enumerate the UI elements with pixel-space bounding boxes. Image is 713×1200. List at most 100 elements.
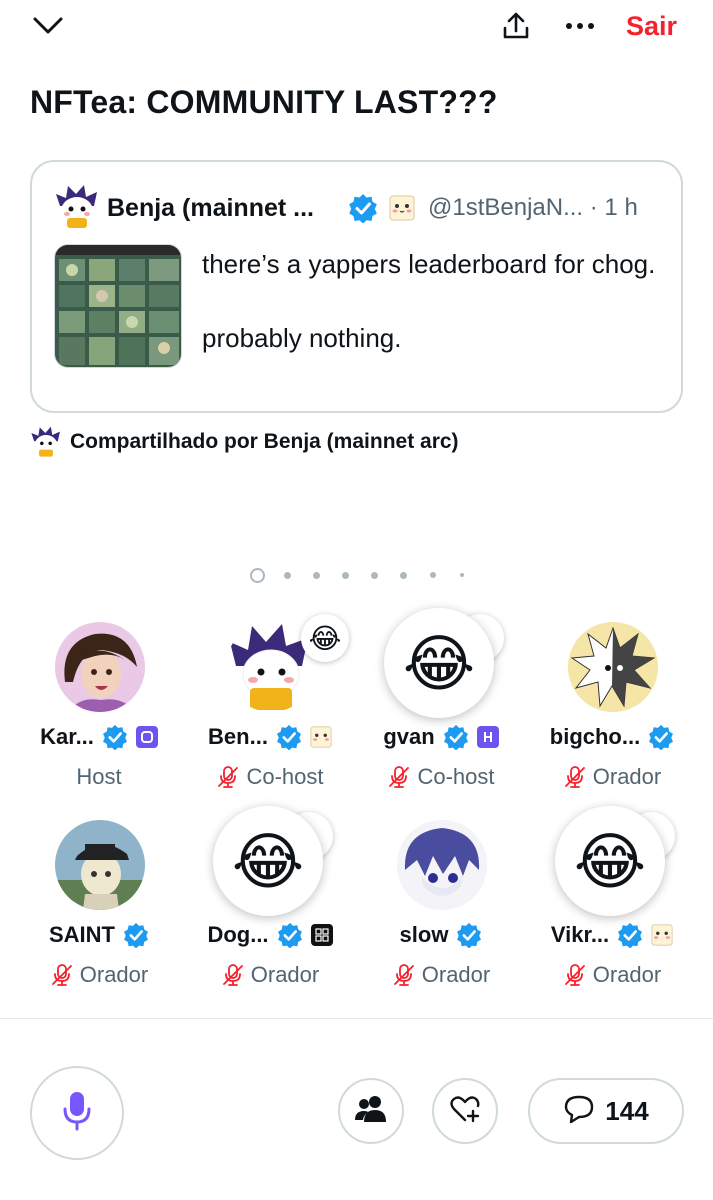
- speaker-role: Co-host: [356, 764, 526, 790]
- reaction-emoji: 😂: [301, 614, 349, 662]
- share-icon[interactable]: [496, 6, 536, 46]
- speaker-name-line: SAINT: [14, 922, 184, 949]
- role-label: Co-host: [246, 764, 324, 789]
- page-dot[interactable]: [400, 572, 407, 579]
- speaker-name-line: gvan: [356, 724, 526, 751]
- verified-icon: [617, 922, 643, 949]
- role-label: Orador: [250, 962, 320, 987]
- sharer-avatar: [30, 426, 62, 458]
- page-dot[interactable]: [342, 572, 349, 579]
- speaker-name-line: Ben...: [185, 724, 355, 751]
- participants-button[interactable]: [338, 1078, 404, 1144]
- speaker-name-line: bigcho...: [527, 724, 697, 751]
- role-label: Co-host: [417, 764, 495, 789]
- speaker-name: Ben...: [208, 724, 268, 749]
- mic-off-icon: [216, 765, 240, 789]
- speaker-name-line: Dog...: [185, 922, 355, 949]
- speaker-tile[interactable]: bigcho... Orador: [527, 622, 697, 812]
- speaker-name: Dog...: [207, 922, 269, 947]
- speaker-role: Co-host: [185, 764, 355, 790]
- top-bar: Sair: [0, 0, 713, 56]
- speaker-tile[interactable]: 😂 Dog... Orador: [185, 806, 355, 1010]
- verified-icon: [648, 724, 674, 751]
- speaker-name: bigcho...: [549, 724, 641, 749]
- speaker-name: Vikr...: [550, 922, 610, 947]
- page-dot[interactable]: [460, 573, 464, 577]
- page-dot-active[interactable]: [250, 568, 265, 583]
- speaker-name-line: slow: [356, 922, 526, 949]
- speaker-role: Orador: [527, 764, 697, 790]
- speaker-role: Host: [14, 764, 184, 790]
- speaker-role: Orador: [527, 962, 697, 988]
- speaker-name: gvan: [383, 724, 435, 749]
- mic-off-icon: [563, 963, 587, 987]
- speaker-pagination: [250, 568, 480, 584]
- speaker-tile[interactable]: 😂 Ben... Co-host: [185, 614, 355, 812]
- speaker-name-line: Vikr...: [527, 922, 697, 949]
- speaker-name: Kar...: [40, 724, 94, 749]
- speaker-tile[interactable]: slow Orador: [356, 820, 526, 1010]
- verified-icon: [443, 724, 469, 751]
- author-name: Benja (mainnet ...: [107, 194, 314, 222]
- reaction-emoji: 😂: [555, 806, 665, 916]
- role-label: Host: [76, 764, 122, 789]
- speaker-tile[interactable]: 😂 Vikr... Orador: [527, 806, 697, 1010]
- quoted-tweet-card[interactable]: Benja (mainnet ... @1stBenjaN... · 1 h t…: [30, 160, 683, 413]
- emoji-badge-icon: [651, 924, 673, 946]
- speaker-avatar: [397, 820, 487, 910]
- verified-icon: [456, 922, 482, 949]
- speaker-avatar: [55, 622, 145, 712]
- reaction-emoji: 😂: [213, 806, 323, 916]
- microphone-button[interactable]: [30, 1066, 124, 1160]
- shared-by-text: Compartilhado por Benja (mainnet arc): [70, 430, 459, 453]
- chevron-down-icon[interactable]: [28, 10, 68, 42]
- role-label: Orador: [421, 962, 491, 987]
- speaker-name: slow: [399, 922, 449, 947]
- heart-plus-icon: [449, 1094, 481, 1129]
- role-label: Orador: [592, 764, 662, 789]
- author-avatar: [54, 184, 100, 230]
- speaker-tile[interactable]: 😂 gvan Co-host: [356, 608, 526, 812]
- verified-icon: [276, 724, 302, 751]
- role-label: Orador: [592, 962, 662, 987]
- role-label: Orador: [79, 962, 149, 987]
- page-dot[interactable]: [284, 572, 291, 579]
- verified-icon: [123, 922, 149, 949]
- tweet-image[interactable]: [54, 244, 182, 368]
- tweet-text: there’s a yappers leaderboard for chog. …: [202, 246, 662, 394]
- more-icon[interactable]: [560, 6, 600, 46]
- mic-off-icon: [563, 765, 587, 789]
- page-dot[interactable]: [313, 572, 320, 579]
- divider: [0, 1018, 713, 1019]
- speaker-tile[interactable]: Kar... Host: [14, 622, 184, 812]
- speaker-name-line: Kar...: [14, 724, 184, 751]
- tweet-text-line: there’s a yappers leaderboard for chog.: [202, 249, 656, 279]
- speaker-role: Orador: [185, 962, 355, 988]
- reaction-emoji: 😂: [384, 608, 494, 718]
- mic-off-icon: [221, 963, 245, 987]
- verified-icon: [277, 922, 303, 949]
- speaker-role: Orador: [14, 962, 184, 988]
- author-handle: @1stBenjaN... · 1 h: [428, 194, 638, 221]
- cube-logo-icon: [310, 924, 333, 946]
- h-logo-icon: [476, 726, 499, 748]
- emoji-badge-icon: [310, 726, 332, 748]
- speaker-avatar: [55, 820, 145, 910]
- page-dot[interactable]: [430, 572, 436, 578]
- speaker-tile[interactable]: SAINT Orador: [14, 820, 184, 1010]
- exit-button[interactable]: Sair: [620, 8, 683, 44]
- mic-off-icon: [392, 963, 416, 987]
- speaker-name: SAINT: [49, 922, 115, 947]
- react-button[interactable]: [432, 1078, 498, 1144]
- space-title: NFTea: COMMUNITY LAST???: [30, 84, 498, 120]
- comments-button[interactable]: 144: [528, 1078, 684, 1144]
- square-logo-icon: [135, 726, 158, 748]
- mic-off-icon: [387, 765, 411, 789]
- verified-icon: [102, 724, 128, 751]
- comment-icon: [563, 1094, 595, 1129]
- page-dot[interactable]: [371, 572, 378, 579]
- shared-by: Compartilhado por Benja (mainnet arc): [30, 426, 459, 458]
- speaker-role: Orador: [356, 962, 526, 988]
- people-icon: [354, 1094, 388, 1129]
- speaker-avatar: [568, 622, 658, 712]
